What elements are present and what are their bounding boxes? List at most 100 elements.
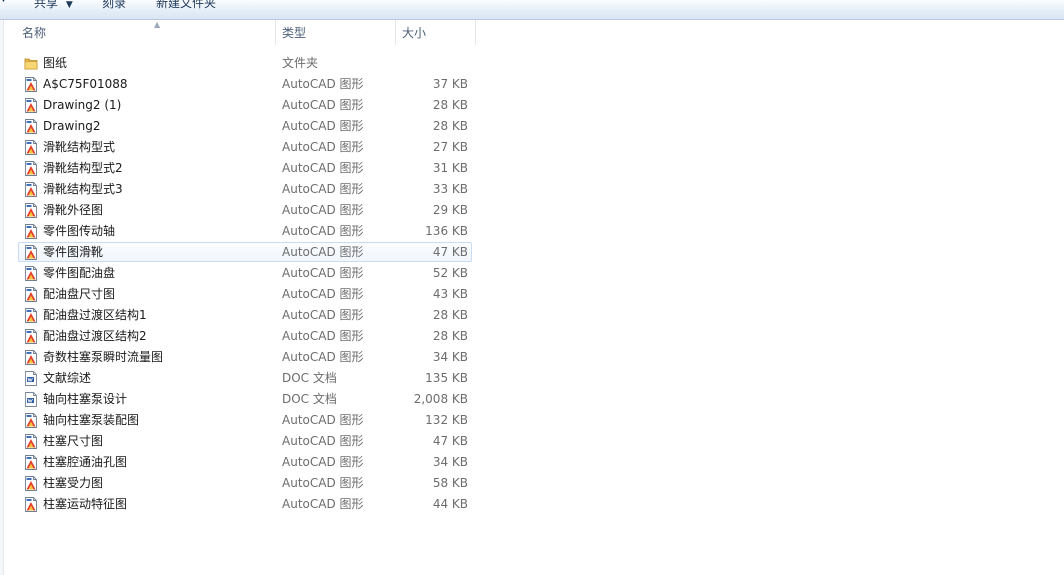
file-size: 34 KB	[432, 455, 468, 469]
file-size: 37 KB	[432, 77, 468, 91]
file-size: 28 KB	[432, 119, 468, 133]
file-row[interactable]: 轴向柱塞泵设计 DOC 文档 2,008 KB	[18, 389, 472, 409]
file-name: 滑靴结构型式2	[43, 161, 123, 175]
file-size: 28 KB	[432, 308, 468, 322]
file-name: 图纸	[43, 56, 68, 70]
file-type: AutoCAD 图形	[282, 434, 364, 448]
file-row[interactable]: 柱塞受力图 AutoCAD 图形 58 KB	[18, 473, 472, 493]
file-row[interactable]: 配油盘过渡区结构1 AutoCAD 图形 28 KB	[18, 305, 472, 325]
autocad-file-icon	[24, 140, 38, 155]
file-row[interactable]: 柱塞运动特征图 AutoCAD 图形 44 KB	[18, 494, 472, 514]
file-type: AutoCAD 图形	[282, 140, 364, 154]
autocad-file-icon	[24, 98, 38, 113]
file-name: 滑靴结构型式	[43, 140, 116, 154]
file-type: DOC 文档	[282, 392, 337, 406]
file-row[interactable]: 文献综述 DOC 文档 135 KB	[18, 368, 472, 388]
burn-button[interactable]: 刻录	[102, 0, 126, 13]
file-size: 2,008 KB	[413, 392, 468, 406]
file-row[interactable]: 配油盘尺寸图 AutoCAD 图形 43 KB	[18, 284, 472, 304]
file-size: 58 KB	[432, 476, 468, 490]
file-name: 配油盘尺寸图	[43, 287, 116, 301]
file-row[interactable]: A$C75F01088 AutoCAD 图形 37 KB	[18, 74, 472, 94]
autocad-file-icon	[24, 266, 38, 281]
file-row[interactable]: 柱塞腔通油孔图 AutoCAD 图形 34 KB	[18, 452, 472, 472]
file-name: 配油盘过渡区结构1	[43, 308, 147, 322]
file-name: 配油盘过渡区结构2	[43, 329, 147, 343]
file-type: AutoCAD 图形	[282, 308, 364, 322]
file-name: 柱塞运动特征图	[43, 497, 128, 511]
file-name: 柱塞尺寸图	[43, 434, 104, 448]
autocad-file-icon	[24, 203, 38, 218]
autocad-file-icon	[24, 329, 38, 344]
chevron-down-icon[interactable]: ▼	[0, 0, 7, 4]
chevron-down-icon: ▼	[65, 0, 73, 10]
file-row[interactable]: 奇数柱塞泵瞬时流量图 AutoCAD 图形 34 KB	[18, 347, 472, 367]
file-size: 136 KB	[425, 224, 468, 238]
file-size	[379, 54, 468, 73]
file-row[interactable]: 滑靴外径图 AutoCAD 图形 29 KB	[18, 200, 472, 220]
file-name: 轴向柱塞泵装配图	[43, 413, 140, 427]
file-type: AutoCAD 图形	[282, 413, 364, 427]
autocad-file-icon	[24, 182, 38, 197]
autocad-file-icon	[24, 77, 38, 92]
autocad-file-icon	[24, 350, 38, 365]
file-type: AutoCAD 图形	[282, 266, 364, 280]
file-name: 零件图传动轴	[43, 224, 116, 238]
column-header-size-label: 大小	[402, 26, 427, 40]
file-type: AutoCAD 图形	[282, 497, 364, 511]
file-row-selected[interactable]: 零件图滑靴 AutoCAD 图形 47 KB	[18, 242, 472, 262]
file-row[interactable]: 轴向柱塞泵装配图 AutoCAD 图形 132 KB	[18, 410, 472, 430]
autocad-file-icon	[24, 476, 38, 491]
file-row[interactable]: 零件图传动轴 AutoCAD 图形 136 KB	[18, 221, 472, 241]
file-size: 44 KB	[432, 497, 468, 511]
file-size: 43 KB	[432, 287, 468, 301]
file-row[interactable]: 滑靴结构型式2 AutoCAD 图形 31 KB	[18, 158, 472, 178]
file-row[interactable]: 图纸 文件夹	[18, 53, 472, 73]
file-name: A$C75F01088	[43, 77, 128, 91]
autocad-file-icon	[24, 119, 38, 134]
file-row[interactable]: 零件图配油盘 AutoCAD 图形 52 KB	[18, 263, 472, 283]
file-type: AutoCAD 图形	[282, 287, 364, 301]
file-name: 柱塞腔通油孔图	[43, 455, 128, 469]
file-type: DOC 文档	[282, 371, 337, 385]
file-type: 文件夹	[282, 56, 319, 70]
file-size: 135 KB	[425, 371, 468, 385]
file-row[interactable]: Drawing2 (1) AutoCAD 图形 28 KB	[18, 95, 472, 115]
file-row[interactable]: 柱塞尺寸图 AutoCAD 图形 47 KB	[18, 431, 472, 451]
file-type: AutoCAD 图形	[282, 224, 364, 238]
column-header-size[interactable]: 大小	[396, 20, 476, 45]
column-header-name[interactable]: 名称 ▲	[16, 20, 276, 45]
file-size: 132 KB	[425, 413, 468, 427]
file-type: AutoCAD 图形	[282, 182, 364, 196]
file-type: AutoCAD 图形	[282, 98, 364, 112]
autocad-file-icon	[24, 224, 38, 239]
file-type: AutoCAD 图形	[282, 350, 364, 364]
new-folder-button[interactable]: 新建文件夹	[156, 0, 216, 13]
autocad-file-icon	[24, 434, 38, 449]
column-header-bar: 名称 ▲ 类型 大小	[4, 20, 1064, 45]
file-size: 47 KB	[432, 245, 468, 259]
file-size: 52 KB	[432, 266, 468, 280]
file-type: AutoCAD 图形	[282, 476, 364, 490]
file-type: AutoCAD 图形	[282, 455, 364, 469]
file-row[interactable]: 滑靴结构型式3 AutoCAD 图形 33 KB	[18, 179, 472, 199]
column-header-type[interactable]: 类型	[276, 20, 396, 45]
file-row[interactable]: 配油盘过渡区结构2 AutoCAD 图形 28 KB	[18, 326, 472, 346]
file-name: 滑靴结构型式3	[43, 182, 123, 196]
file-type: AutoCAD 图形	[282, 329, 364, 343]
file-size: 29 KB	[432, 203, 468, 217]
file-size: 28 KB	[432, 329, 468, 343]
autocad-file-icon	[24, 497, 38, 512]
share-button-label: 共享	[34, 0, 59, 10]
file-name: Drawing2 (1)	[43, 98, 122, 112]
autocad-file-icon	[24, 287, 38, 302]
file-row[interactable]: Drawing2 AutoCAD 图形 28 KB	[18, 116, 472, 136]
sort-ascending-icon: ▲	[154, 20, 161, 29]
file-size: 34 KB	[432, 350, 468, 364]
file-size: 31 KB	[432, 161, 468, 175]
file-name: Drawing2	[43, 119, 101, 133]
file-type: AutoCAD 图形	[282, 203, 364, 217]
file-row[interactable]: 滑靴结构型式 AutoCAD 图形 27 KB	[18, 137, 472, 157]
share-button[interactable]: 共享 ▼	[34, 0, 73, 13]
folder-icon	[24, 56, 38, 71]
